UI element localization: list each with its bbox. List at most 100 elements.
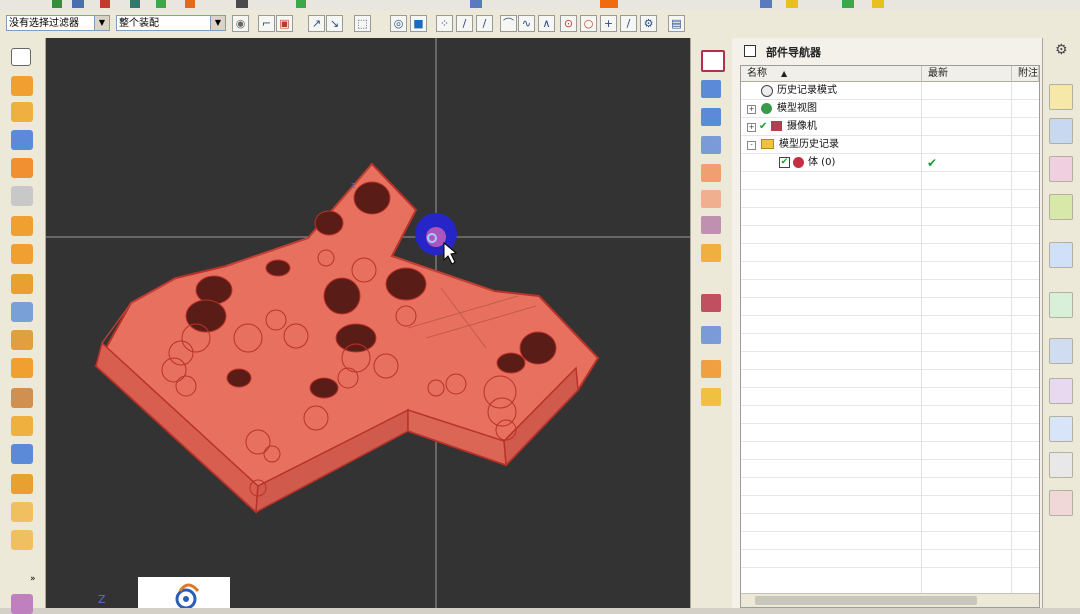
line-icon[interactable]: /: [620, 15, 637, 32]
section-view-icon[interactable]: [701, 136, 721, 154]
offset-surface-icon[interactable]: [701, 360, 721, 378]
rotate-view-icon[interactable]: [701, 164, 721, 182]
rectangle-select-icon[interactable]: ⬚: [354, 15, 371, 32]
layer-icon[interactable]: [701, 244, 721, 262]
expand-icon[interactable]: +: [747, 105, 756, 114]
chain-icon[interactable]: [11, 274, 33, 294]
edge-blend-icon[interactable]: [11, 416, 33, 436]
snap-point-icon[interactable]: ⁘: [436, 15, 453, 32]
hole-icon[interactable]: [11, 186, 33, 206]
tree-row-cameras[interactable]: + ✔ 摄像机: [741, 118, 1039, 136]
toolbar-icon[interactable]: [760, 0, 772, 8]
pattern-icon[interactable]: [11, 244, 33, 264]
trim-body-icon[interactable]: [11, 388, 33, 408]
globe-view-icon: [761, 103, 772, 114]
line-icon[interactable]: /: [476, 15, 493, 32]
line-icon[interactable]: /: [456, 15, 473, 32]
assembly-scope-dropdown[interactable]: 整个装配 ▼: [116, 15, 226, 31]
circle-icon[interactable]: ○: [580, 15, 597, 32]
shell-icon[interactable]: [11, 358, 33, 378]
empty-row: [741, 280, 1039, 298]
toolbar-icon[interactable]: [156, 0, 166, 8]
collapse-icon[interactable]: -: [747, 141, 756, 150]
roles-icon[interactable]: [1049, 452, 1073, 478]
selection-filter-dropdown[interactable]: 没有选择过滤器 ▼: [6, 15, 110, 31]
toolbar-icon[interactable]: [786, 0, 798, 8]
wave-icon[interactable]: ∿: [518, 15, 535, 32]
unite-icon[interactable]: [11, 330, 33, 350]
expand-toolbar-icon[interactable]: »: [30, 574, 36, 584]
select-curve-icon[interactable]: ↗: [308, 15, 325, 32]
mesh-icon[interactable]: [701, 216, 721, 234]
extract-icon[interactable]: [701, 326, 721, 344]
curve-icon[interactable]: ⌒: [500, 15, 517, 32]
system-materials-icon[interactable]: [1049, 378, 1073, 404]
expand-icon[interactable]: +: [747, 123, 756, 132]
tree-row-history-mode[interactable]: 历史记录模式: [741, 82, 1039, 100]
wave-link-icon[interactable]: [701, 294, 721, 312]
draft-icon[interactable]: [11, 474, 33, 494]
toolbar-icon[interactable]: [600, 0, 618, 8]
book-icon[interactable]: ▤: [668, 15, 685, 32]
column-header-notes[interactable]: 附注: [1012, 66, 1039, 82]
toolbar-icon[interactable]: [296, 0, 306, 8]
tree-row-body[interactable]: ✔ 体 (0) ✔: [741, 154, 1039, 172]
tree-row-model-history[interactable]: - 模型历史记录: [741, 136, 1039, 154]
toolbar-icon[interactable]: [72, 0, 84, 8]
block-icon[interactable]: [11, 130, 33, 150]
check-icon: ✔: [759, 121, 768, 132]
extrude-icon[interactable]: [11, 76, 33, 96]
face-icon[interactable]: [701, 80, 721, 98]
snap-settings-icon[interactable]: ⚙: [640, 15, 657, 32]
checkbox-checked-icon[interactable]: ✔: [779, 157, 790, 168]
toolbar-icon[interactable]: [872, 0, 884, 8]
mirror-icon[interactable]: [11, 302, 33, 322]
horizontal-scrollbar[interactable]: [741, 593, 1039, 607]
column-header-latest[interactable]: 最新: [922, 66, 1012, 82]
sketch-icon[interactable]: [11, 48, 31, 66]
toolbar-icon[interactable]: [130, 0, 140, 8]
empty-row: [741, 532, 1039, 550]
move-face-icon[interactable]: [701, 190, 721, 208]
face-icon[interactable]: [701, 108, 721, 126]
view-orient-icon[interactable]: ◎: [390, 15, 407, 32]
toolbar-icon[interactable]: [52, 0, 62, 8]
visualization-icon[interactable]: [1049, 490, 1073, 516]
snap-icon[interactable]: ⌐: [258, 15, 275, 32]
clock-history-icon[interactable]: [1049, 338, 1073, 364]
toolbar-icon[interactable]: [185, 0, 195, 8]
history-icon[interactable]: [1049, 292, 1073, 318]
part-navigator-icon[interactable]: [1049, 156, 1073, 182]
sheet-icon[interactable]: [701, 388, 721, 406]
tree-row-model-views[interactable]: + 模型视图: [741, 100, 1039, 118]
cube-view-icon[interactable]: ■: [410, 15, 427, 32]
select-edge-icon[interactable]: ↘: [326, 15, 343, 32]
web-browser-icon[interactable]: [1049, 242, 1073, 268]
circle-center-icon[interactable]: ⊙: [560, 15, 577, 32]
toolbar-icon[interactable]: [470, 0, 482, 8]
offset-face-icon[interactable]: [11, 502, 33, 522]
chamfer-icon[interactable]: [11, 444, 33, 464]
navigator-pin-checkbox[interactable]: [744, 45, 756, 57]
assembly-navigator-icon[interactable]: [1049, 84, 1073, 110]
graphics-viewport[interactable]: z Z: [46, 38, 690, 608]
revolve-icon[interactable]: [11, 102, 33, 122]
reuse-library-icon[interactable]: [1049, 194, 1073, 220]
more-tools-icon[interactable]: [11, 594, 33, 614]
boss-icon[interactable]: [11, 216, 33, 236]
filter-icon[interactable]: ◉: [232, 15, 249, 32]
plus-icon[interactable]: +: [600, 15, 617, 32]
cylinder-icon[interactable]: [11, 158, 33, 178]
toolbar-icon[interactable]: [236, 0, 248, 8]
select-feature-icon[interactable]: ▣: [276, 15, 293, 32]
column-header-name[interactable]: 名称 ▲: [741, 66, 922, 82]
scrollbar-thumb[interactable]: [755, 596, 977, 605]
process-studio-icon[interactable]: [1049, 416, 1073, 442]
wcs-icon[interactable]: [701, 50, 725, 72]
toolbar-icon[interactable]: [842, 0, 854, 8]
thicken-icon[interactable]: [11, 530, 33, 550]
constraint-navigator-icon[interactable]: [1049, 118, 1073, 144]
angle-icon[interactable]: ∧: [538, 15, 555, 32]
settings-gear-icon[interactable]: ⚙: [1055, 42, 1068, 58]
toolbar-icon[interactable]: [100, 0, 110, 8]
